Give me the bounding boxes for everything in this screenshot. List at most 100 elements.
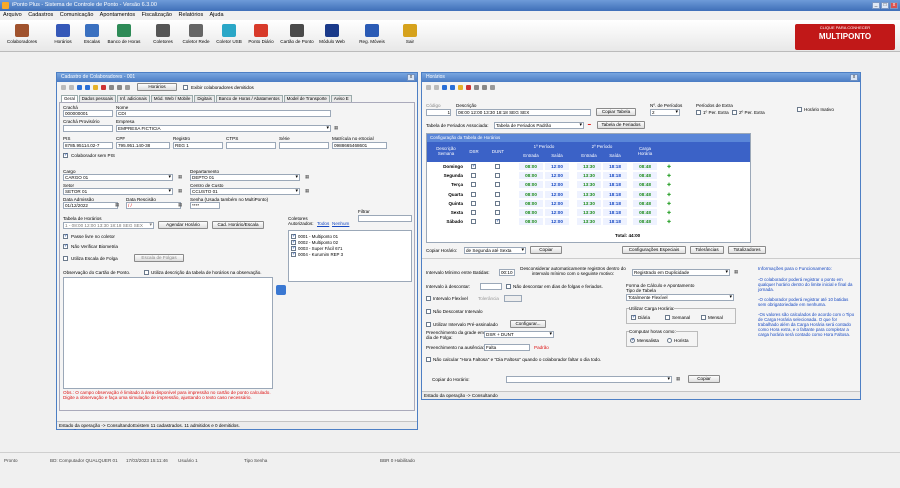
time-cell[interactable]: 08:48 (633, 163, 657, 170)
cancel-icon[interactable] (69, 85, 74, 90)
menu-cadastros[interactable]: Cadastros (28, 12, 53, 18)
time-cell[interactable]: 12:00 (545, 190, 569, 198)
add-icon[interactable]: ✚ (665, 172, 673, 179)
table-row[interactable]: Quarta 08:00 12:00 13:30 18:18 08:48 ✚ (427, 190, 750, 198)
menu-arquivo[interactable]: Arquivo (3, 12, 22, 18)
dunt-checkbox[interactable] (495, 173, 500, 179)
cracha-input[interactable]: 000000001 (63, 110, 113, 117)
dsr-checkbox[interactable] (471, 210, 476, 215)
copiar-tabela-button[interactable]: Copiar Tabela (596, 108, 636, 116)
flexivel-checkbox[interactable] (426, 296, 431, 301)
time-cell[interactable]: 08:00 (519, 199, 543, 207)
nao-desc-int-checkbox[interactable] (426, 309, 431, 314)
toolbar-colaboradores-button[interactable]: Colaboradores (2, 24, 42, 44)
empresa-select[interactable]: EMPRESA FICTICIA (116, 125, 331, 132)
time-cell[interactable]: 18:18 (603, 172, 627, 180)
dsr-checkbox[interactable] (471, 219, 476, 225)
dsr-checkbox[interactable] (471, 200, 476, 206)
cad-horario-button[interactable]: Cad. Horário/Escala (212, 221, 264, 229)
tab-6[interactable]: Model de Transporte (283, 95, 330, 102)
toolbar-hor-rios-button[interactable]: Horários (50, 24, 76, 44)
passe-livre-checkbox[interactable] (63, 233, 68, 239)
obs-preview-icon[interactable] (276, 285, 286, 295)
dunt-checkbox[interactable] (495, 164, 500, 169)
time-cell[interactable]: 13:30 (577, 218, 601, 226)
preench-select[interactable]: DSR + DUNT (484, 331, 554, 338)
tolerancias-button[interactable]: Tolerâncias (690, 246, 724, 254)
copiar-button[interactable]: Copiar (530, 246, 562, 254)
admissao-calendar-icon[interactable]: ▦ (115, 202, 119, 207)
cancel-icon[interactable] (434, 85, 439, 90)
nome-input[interactable]: CDI (116, 110, 331, 117)
time-cell[interactable]: 12:00 (545, 181, 569, 189)
time-cell[interactable]: 18:18 (603, 163, 627, 170)
inativo-checkbox[interactable] (797, 107, 802, 112)
configurar-button[interactable]: Configurar... (510, 320, 546, 328)
extra1-checkbox[interactable] (696, 110, 701, 115)
time-cell[interactable]: 08:48 (633, 209, 657, 216)
toolbar-ponto-di-rio-button[interactable]: Ponto Diário (244, 24, 278, 44)
time-cell[interactable]: 08:00 (519, 163, 543, 170)
depto-select[interactable]: DEPTO 01 (190, 174, 300, 181)
last-icon[interactable] (450, 85, 455, 90)
time-cell[interactable]: 18:18 (603, 181, 627, 189)
horista-radio[interactable] (667, 338, 672, 343)
setor-select[interactable]: SETOR 01 (63, 188, 173, 195)
feriados-select[interactable]: Tabela de Feriados Padrão (494, 122, 584, 129)
new-icon[interactable] (458, 85, 463, 90)
escala-folga-checkbox[interactable] (63, 256, 68, 261)
time-cell[interactable]: 08:48 (633, 181, 657, 189)
time-cell[interactable]: 13:30 (577, 190, 601, 198)
semanal-checkbox[interactable] (665, 315, 670, 320)
time-cell[interactable]: 13:30 (577, 181, 601, 189)
menu-apontamentos[interactable]: Apontamentos (100, 12, 135, 18)
totalizadores-button[interactable]: Totalizadores (728, 246, 766, 254)
horarios-close-button[interactable]: x (850, 74, 858, 81)
time-cell[interactable]: 08:00 (519, 172, 543, 180)
delete-icon[interactable] (466, 85, 471, 90)
pre-assinalado-checkbox[interactable] (426, 322, 431, 327)
time-cell[interactable]: 12:00 (545, 172, 569, 180)
time-cell[interactable]: 18:18 (603, 209, 627, 216)
copiar-do-horario-select[interactable] (506, 376, 672, 383)
cargo-select[interactable]: CARGO 01 (63, 174, 173, 181)
toolbar-coletor-rede-button[interactable]: Coletor Rede (178, 24, 214, 44)
time-cell[interactable]: 08:48 (633, 199, 657, 207)
ctps-input[interactable] (226, 142, 276, 149)
coletor-item[interactable]: 0004 - Kurumim REP 3 (291, 251, 343, 257)
toolbar-sair-button[interactable]: Sair (400, 24, 420, 44)
copiar-periodo-select[interactable]: de Segunda até Sexta (464, 247, 526, 254)
serie-input[interactable] (279, 142, 329, 149)
dsr-checkbox[interactable] (471, 163, 476, 170)
time-cell[interactable]: 13:30 (577, 199, 601, 207)
table-row[interactable]: Terça 08:00 12:00 13:30 18:18 08:48 ✚ (427, 181, 750, 189)
nao-desc-checkbox[interactable] (506, 284, 511, 289)
toolbar-banco-de-horas-button[interactable]: Banco de Horas (100, 24, 148, 44)
dunt-checkbox[interactable] (495, 210, 500, 215)
add-icon[interactable]: ✚ (665, 191, 673, 198)
new-icon[interactable] (93, 85, 98, 90)
tab-1[interactable]: Dados pessoais (78, 95, 116, 102)
ccusto-lookup-icon[interactable]: ▦ (305, 188, 309, 193)
time-cell[interactable]: 08:00 (519, 181, 543, 189)
menu-ajuda[interactable]: Ajuda (209, 12, 223, 18)
dsr-checkbox[interactable] (471, 182, 476, 188)
tab-2[interactable]: Inf. adicionais (117, 95, 150, 102)
time-cell[interactable]: 18:18 (603, 190, 627, 198)
time-cell[interactable]: 08:48 (633, 190, 657, 198)
config-especiais-button[interactable]: Configurações Especiais (622, 246, 686, 254)
table-row[interactable]: Segunda 08:00 12:00 13:30 18:18 08:48 ✚ (427, 172, 750, 180)
print-icon[interactable] (117, 85, 122, 90)
cracha-prov-input[interactable] (63, 125, 113, 132)
table-row[interactable]: Quinta 08:00 12:00 13:30 18:18 08:48 ✚ (427, 199, 750, 207)
motivo-lookup-icon[interactable]: ▦ (734, 269, 738, 274)
menu-fiscalizacao[interactable]: Fiscalização (142, 12, 172, 18)
copiar-do-horario-button[interactable]: Copiar (688, 375, 720, 383)
registro-input[interactable]: REG 1 (173, 142, 223, 149)
maximize-button[interactable]: □ (881, 2, 889, 9)
minimize-button[interactable]: _ (872, 2, 880, 9)
sem-pis-checkbox[interactable] (63, 152, 68, 158)
extra2-checkbox[interactable] (732, 110, 737, 115)
toolbar-coletores-button[interactable]: Coletores (148, 24, 178, 44)
tab-7[interactable]: Aviso E (330, 95, 352, 102)
